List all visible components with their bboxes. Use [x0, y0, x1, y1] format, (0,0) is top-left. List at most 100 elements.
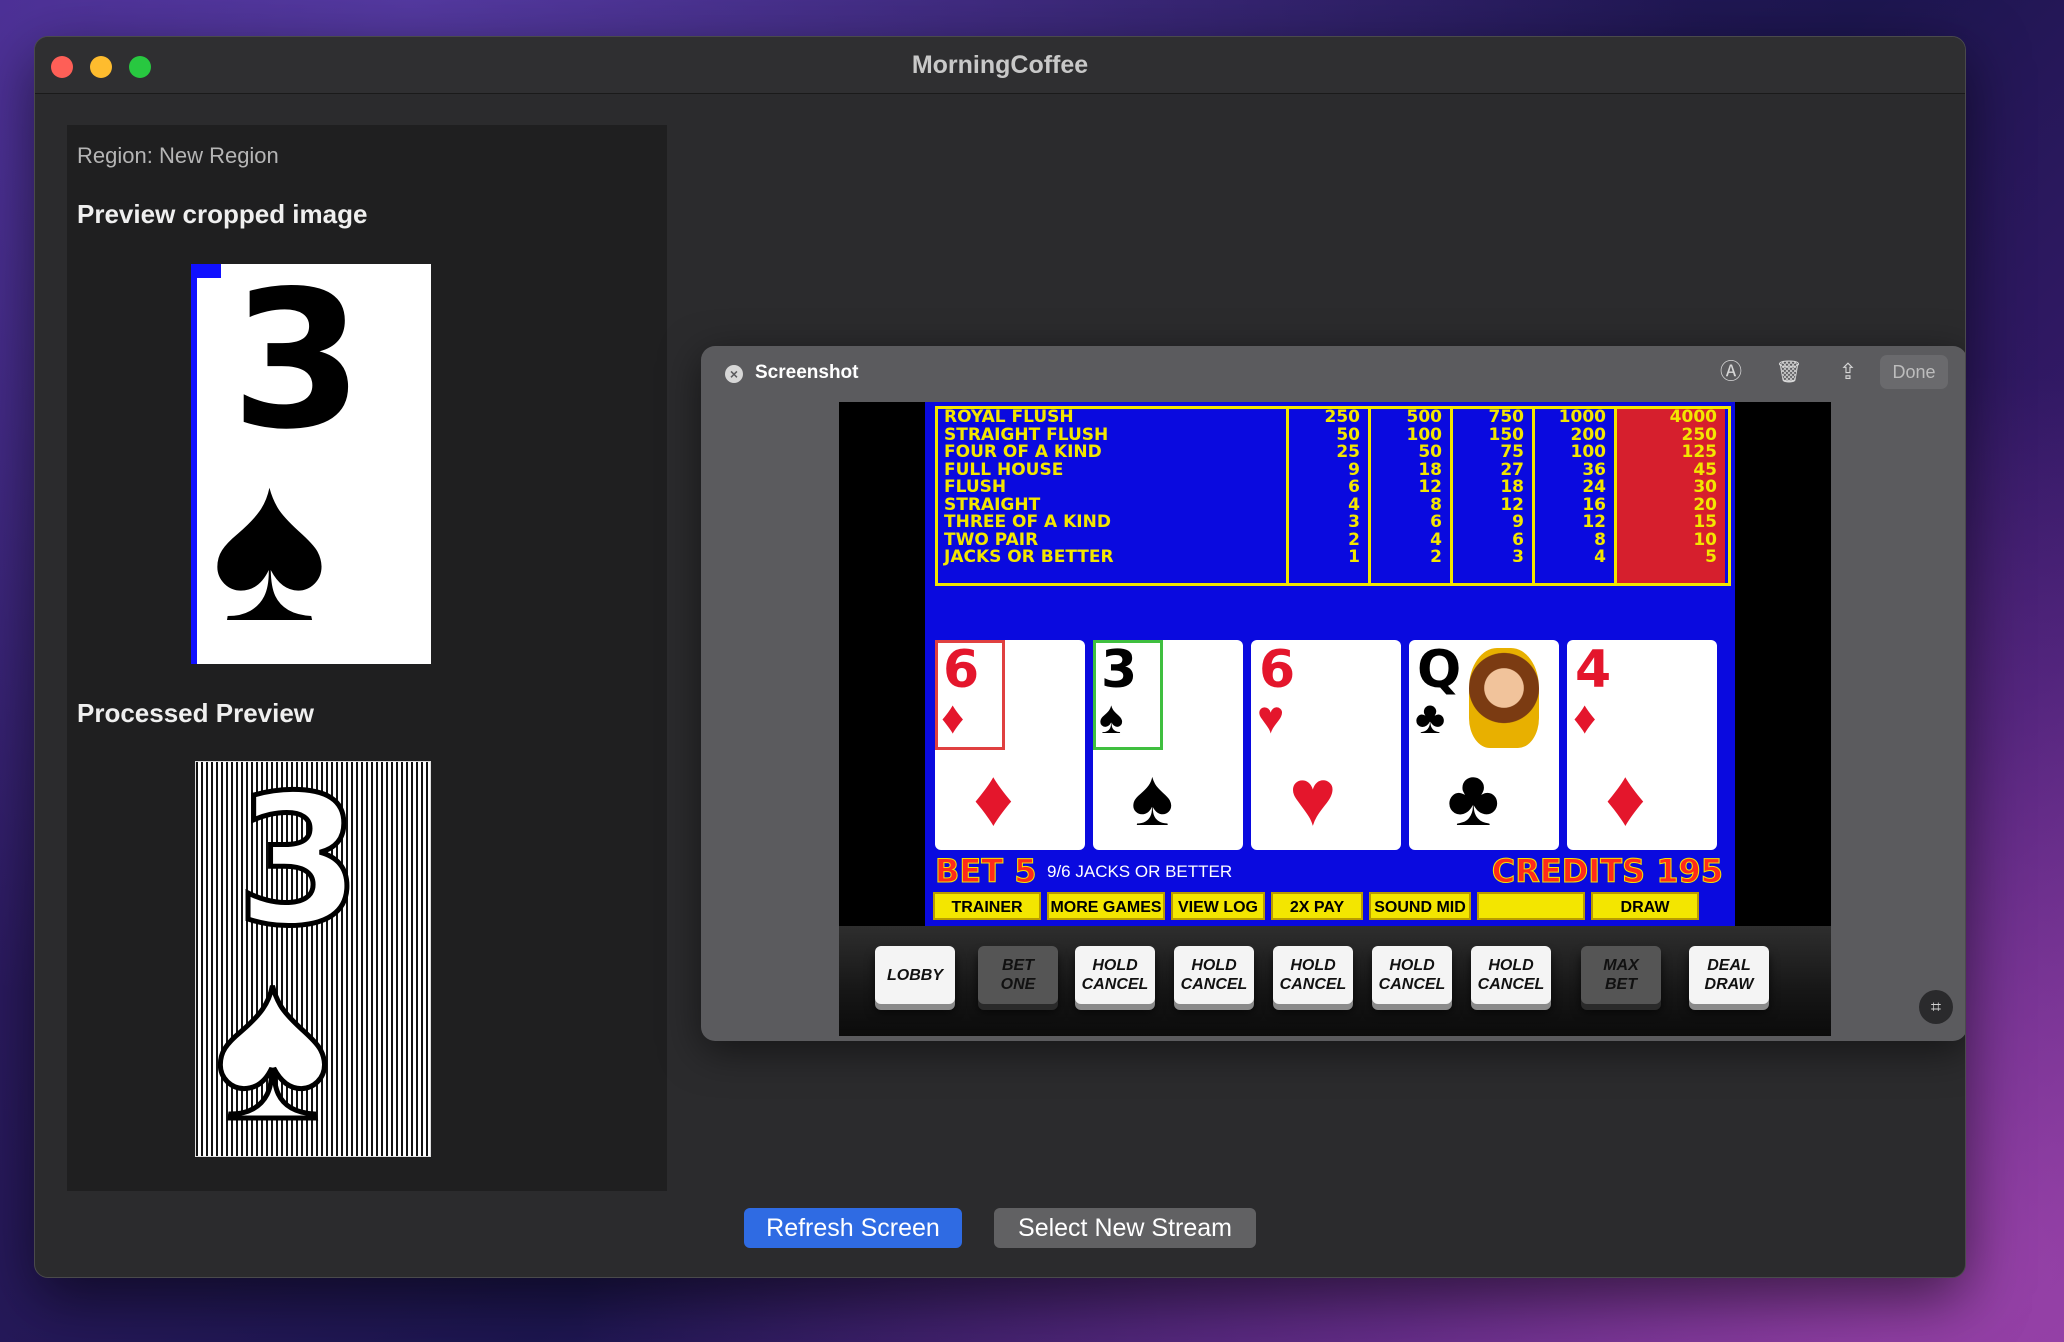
- max-bet-button[interactable]: MAX BET: [1581, 946, 1661, 1004]
- trainer-button[interactable]: TRAINER OFF: [933, 892, 1041, 944]
- payout: 24: [1582, 477, 1606, 497]
- card-1[interactable]: 6 ♦ ♦: [935, 640, 1085, 850]
- diamond-icon: ♦: [973, 753, 1014, 842]
- payout: 1: [1348, 547, 1360, 567]
- app-window: MorningCoffee Region: New Region Preview…: [34, 36, 1966, 1278]
- video-poker-game: ROYAL FLUSH STRAIGHT FLUSH FOUR OF A KIN…: [839, 402, 1831, 1036]
- hold-cancel-button-4[interactable]: HOLD CANCEL: [1372, 946, 1452, 1004]
- button-line: CANCEL: [1378, 976, 1446, 993]
- button-line: CANCEL: [1180, 976, 1248, 993]
- payout: 50: [1418, 442, 1442, 462]
- club-icon: ♣: [1447, 753, 1500, 842]
- card-2[interactable]: 3 ♠ ♠: [1093, 640, 1243, 850]
- paytable-column-4: 1000 200 100 36 24 16 12 8 4: [1535, 407, 1617, 583]
- payout: 18: [1500, 477, 1524, 497]
- button-line: HOLD: [1389, 957, 1435, 974]
- diamond-icon: ♦: [941, 691, 965, 743]
- refresh-screen-button[interactable]: Refresh Screen: [744, 1208, 962, 1248]
- bet-one-button[interactable]: BET ONE: [978, 946, 1058, 1004]
- card-5[interactable]: 4 ♦ ♦: [1567, 640, 1717, 850]
- payout: 4000: [1669, 407, 1717, 427]
- paytable: ROYAL FLUSH STRAIGHT FLUSH FOUR OF A KIN…: [935, 406, 1731, 586]
- sound-button[interactable]: SOUND MID: [1369, 892, 1471, 920]
- payout: 25: [1336, 442, 1360, 462]
- hand-name: THREE OF A KIND: [944, 514, 1111, 532]
- preview-cropped-title: Preview cropped image: [77, 199, 368, 229]
- select-new-stream-button[interactable]: Select New Stream: [994, 1208, 1256, 1248]
- processed-preview-title: Processed Preview: [77, 698, 315, 728]
- button-line: MAX: [1603, 957, 1639, 974]
- game-name: 9/6 JACKS OR BETTER: [1047, 862, 1233, 881]
- payout: 30: [1693, 477, 1717, 497]
- button-line: CANCEL: [1081, 976, 1149, 993]
- more-games-button[interactable]: MORE GAMES: [1047, 892, 1165, 920]
- hand-name: FOUR OF A KIND: [944, 444, 1102, 462]
- spade-icon: ♠: [1099, 691, 1124, 743]
- payout: 75: [1500, 442, 1524, 462]
- screenshot-title: Screenshot: [755, 362, 859, 383]
- hand-name: STRAIGHT: [944, 496, 1041, 514]
- heart-icon: ♥: [1289, 753, 1337, 842]
- trash-icon[interactable]: 🗑: [1775, 358, 1803, 386]
- button-console: LOBBY BET ONE HOLD CANCEL HOLD CANCEL HO…: [839, 926, 1831, 1036]
- cropped-spade-icon: ♠: [211, 421, 328, 664]
- hold-cancel-button-1[interactable]: HOLD CANCEL: [1075, 946, 1155, 1004]
- hand-name: JACKS OR BETTER: [944, 549, 1114, 567]
- paytable-column-5: 4000 250 125 45 30 20 15 10 5: [1617, 407, 1725, 583]
- deal-draw-button[interactable]: DEAL DRAW: [1689, 946, 1769, 1004]
- button-line: HOLD: [1191, 957, 1237, 974]
- live-text-icon[interactable]: ⌗: [1919, 990, 1953, 1024]
- card-3[interactable]: 6 ♥ ♥: [1251, 640, 1401, 850]
- hold-cancel-button-5[interactable]: HOLD CANCEL: [1471, 946, 1551, 1004]
- game-board: ROYAL FLUSH STRAIGHT FLUSH FOUR OF A KIN…: [925, 402, 1735, 944]
- button-line: DRAW: [1704, 976, 1754, 993]
- hand-name: FULL HOUSE: [944, 461, 1064, 479]
- payout: 125: [1681, 442, 1718, 462]
- blank-button[interactable]: [1477, 892, 1585, 920]
- payout: 12: [1582, 512, 1606, 532]
- payout: 6: [1430, 512, 1442, 532]
- payout: 6: [1348, 477, 1360, 497]
- payout: 250: [1324, 407, 1361, 427]
- share-icon[interactable]: ⇪: [1834, 358, 1862, 386]
- heart-icon: ♥: [1257, 691, 1285, 743]
- button-line: HOLD: [1290, 957, 1336, 974]
- done-button[interactable]: Done: [1880, 355, 1948, 389]
- button-line: ONE: [1000, 976, 1036, 993]
- diamond-icon: ♦: [1573, 691, 1597, 743]
- credits-display: CREDITS 195: [1491, 852, 1723, 891]
- button-line: BET: [1605, 976, 1637, 993]
- payout: 5: [1705, 547, 1717, 567]
- payout: 500: [1406, 407, 1443, 427]
- payout: 9: [1512, 512, 1524, 532]
- button-line: LOBBY: [887, 966, 943, 984]
- window-title: MorningCoffee: [911, 51, 1089, 79]
- hand-name: STRAIGHT FLUSH: [944, 426, 1109, 444]
- view-log-button[interactable]: VIEW LOG: [1171, 892, 1265, 920]
- markup-icon[interactable]: Ⓐ: [1717, 358, 1745, 386]
- payout: 3: [1512, 547, 1524, 567]
- button-line: CANCEL: [1477, 976, 1545, 993]
- button-line: BET: [1002, 957, 1034, 974]
- screenshot-overlay: × Screenshot Ⓐ 🗑 ⇪ Done ⌗ ROYAL FLUSH ST…: [701, 346, 1965, 1041]
- title-bar: MorningCoffee: [35, 37, 1965, 94]
- paytable-column-1: 250 50 25 9 6 4 3 2 1: [1289, 407, 1371, 583]
- processed-preview-image: 3 ♠: [195, 761, 431, 1157]
- lobby-button[interactable]: LOBBY: [875, 946, 955, 1004]
- draw-button[interactable]: DRAW: [1591, 892, 1699, 920]
- payout: 2: [1430, 547, 1442, 567]
- diamond-icon: ♦: [1605, 753, 1646, 842]
- hand-name: ROYAL FLUSH: [944, 409, 1074, 427]
- card-4[interactable]: Q ♣ ♣: [1409, 640, 1559, 850]
- region-preview-panel: Region: New Region Preview cropped image…: [67, 125, 667, 1191]
- button-line: DEAL: [1707, 957, 1751, 974]
- hold-cancel-button-3[interactable]: HOLD CANCEL: [1273, 946, 1353, 1004]
- payout: 1000: [1558, 407, 1606, 427]
- queen-portrait: [1469, 648, 1539, 748]
- hold-cancel-button-2[interactable]: HOLD CANCEL: [1174, 946, 1254, 1004]
- processed-spade-icon: ♠: [212, 919, 334, 1165]
- payout: 3: [1348, 512, 1360, 532]
- pay-multiplier-button[interactable]: 2X PAY: [1271, 892, 1363, 920]
- close-icon[interactable]: ×: [725, 365, 743, 383]
- bet-display: BET 5: [934, 852, 1037, 891]
